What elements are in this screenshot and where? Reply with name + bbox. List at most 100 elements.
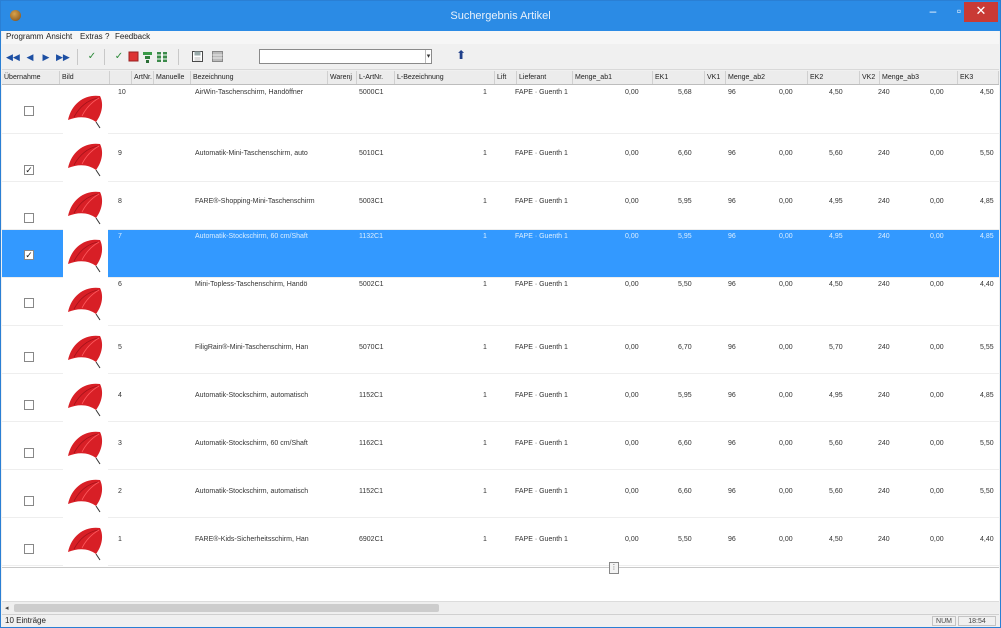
cell-menge-ab1: 0,00 (625, 440, 639, 447)
col-bild[interactable]: Bild (60, 71, 110, 84)
save-icon[interactable] (191, 51, 203, 63)
uebernahme-checkbox[interactable] (24, 352, 34, 362)
splitter-handle[interactable]: ⋮ (609, 562, 619, 574)
cell-bezeichnung: Automatik-Mini-Taschenschirm, auto (195, 150, 308, 157)
col-ek3[interactable]: EK3 (958, 71, 999, 84)
table-row[interactable]: 1 FARE®-Kids-Sicherheitsschirm, Han 6902C1… (2, 518, 999, 566)
umbrella-product-image (68, 191, 103, 225)
col-uebernahme[interactable]: Übernahme (2, 71, 60, 84)
uncheck-all-icon[interactable] (127, 51, 139, 63)
table-row[interactable]: 6 Mini-Topless-Taschenschirm, Handö 5002C1… (2, 278, 999, 326)
cell-lartnr: 5000C1 (359, 89, 384, 96)
col-ek2[interactable]: EK2 (808, 71, 860, 84)
col-ek1[interactable]: EK1 (653, 71, 705, 84)
umbrella-product-image (68, 383, 103, 417)
article-grid: Übernahme Bild ArtNr. Manuelle Bezeichnu… (2, 71, 999, 567)
col-vk1[interactable]: VK1 (705, 71, 726, 84)
cell-menge-ab1: 0,00 (625, 536, 639, 543)
col-blank[interactable] (110, 71, 132, 84)
col-menge-ab3[interactable]: Menge_ab3 (880, 71, 958, 84)
cell-lieferant: FAPE · Guenth 1 (515, 440, 568, 447)
uebernahme-checkbox[interactable] (24, 496, 34, 506)
minimize-button[interactable]: – (920, 2, 946, 22)
next-record-icon[interactable]: ▶ (40, 51, 52, 63)
cell-ek3: 4,85 (980, 392, 994, 399)
table-row[interactable]: 2 Automatik-Stockschirm, automatisch 1152C… (2, 470, 999, 518)
confirm-icon[interactable]: ✓ (86, 51, 98, 63)
cell-bezeichnung: Automatik-Stockschirm, 60 cm/Shaft (195, 233, 308, 240)
umbrella-product-image (68, 527, 103, 561)
menu-feedback[interactable]: Feedback (115, 32, 150, 41)
uebernahme-checkbox[interactable] (24, 213, 34, 223)
col-lbezeichnung[interactable]: L-Bezeichnung (395, 71, 495, 84)
cell-menge-ab3: 0,00 (930, 281, 944, 288)
col-lieferant[interactable]: Lieferant (517, 71, 573, 84)
cell-artnr: 1 (118, 536, 122, 543)
previous-record-icon[interactable]: ◀ (24, 51, 36, 63)
uebernahme-checkbox[interactable] (24, 448, 34, 458)
cell-ek3: 5,55 (980, 344, 994, 351)
uebernahme-checkbox[interactable] (24, 400, 34, 410)
menu-programm[interactable]: Programm (6, 32, 43, 41)
cell-lift: 1 (483, 233, 487, 240)
cell-lieferant: FAPE · Guenth 1 (515, 392, 568, 399)
menu-extras[interactable]: Extras (80, 32, 103, 41)
cell-vk2: 240 (878, 536, 890, 543)
up-arrow-icon[interactable]: ⬆ (456, 48, 466, 62)
cell-lift: 1 (483, 440, 487, 447)
search-input[interactable] (259, 49, 432, 64)
table-row[interactable]: 10 AirWin-Taschenschirm, Handöffner 5000C1… (2, 86, 999, 134)
cell-menge-ab1: 0,00 (625, 488, 639, 495)
search-dropdown-icon[interactable]: ▾ (425, 50, 431, 63)
col-lartnr[interactable]: L-ArtNr. (357, 71, 395, 84)
col-manuelle[interactable]: Manuelle (154, 71, 191, 84)
table-row[interactable]: ✓ 7 Automatik-Stockschirm, 60 cm/Shaft 1132… (2, 230, 999, 278)
cell-bezeichnung: Automatik-Stockschirm, 60 cm/Shaft (195, 440, 308, 447)
table-row[interactable]: 5 FiligRain®-Mini-Taschenschirm, Han 5070C… (2, 326, 999, 374)
last-record-icon[interactable]: ▶▶ (56, 51, 70, 63)
table-row[interactable]: 3 Automatik-Stockschirm, 60 cm/Shaft 1162C… (2, 422, 999, 470)
col-menge-ab2[interactable]: Menge_ab2 (726, 71, 808, 84)
table-row[interactable]: 4 Automatik-Stockschirm, automatisch 1152C… (2, 374, 999, 422)
cell-lieferant: FAPE · Guenth 1 (515, 198, 568, 205)
uebernahme-checkbox[interactable] (24, 544, 34, 554)
cell-vk2: 240 (878, 89, 890, 96)
cell-lartnr: 1162C1 (359, 440, 384, 447)
scroll-left-icon[interactable]: ◂ (5, 604, 9, 612)
cell-artnr: 3 (118, 440, 122, 447)
title-bar[interactable]: Suchergebnis Artikel – ▫ ✕ (1, 1, 1000, 31)
horizontal-scrollbar[interactable]: ◂ (2, 601, 999, 613)
first-record-icon[interactable]: ◀◀ (6, 51, 20, 63)
cell-lift: 1 (483, 488, 487, 495)
cell-vk2: 240 (878, 281, 890, 288)
col-artnr[interactable]: ArtNr. (132, 71, 154, 84)
cell-bezeichnung: Mini-Topless-Taschenschirm, Handö (195, 281, 308, 288)
table-row[interactable]: 8 FARE®-Shopping-Mini-Taschenschirm 5003C1… (2, 182, 999, 230)
grid-icon[interactable] (211, 51, 223, 63)
umbrella-product-image (68, 479, 103, 513)
uebernahme-checkbox[interactable]: ✓ (24, 165, 34, 175)
table-row[interactable]: ✓ 9 Automatik-Mini-Taschenschirm, auto 5010… (2, 134, 999, 182)
col-warenj[interactable]: Warenj (328, 71, 357, 84)
cell-menge-ab1: 0,00 (625, 344, 639, 351)
cell-ek1: 5,95 (678, 198, 692, 205)
cell-lartnr: 1132C1 (359, 233, 384, 240)
scroll-thumb[interactable] (14, 604, 439, 612)
close-button[interactable]: ✕ (964, 2, 998, 22)
check-all-icon[interactable]: ✓ (113, 51, 125, 63)
col-vk2[interactable]: VK2 (860, 71, 880, 84)
uebernahme-checkbox[interactable] (24, 298, 34, 308)
col-bezeichnung[interactable]: Bezeichnung (191, 71, 328, 84)
cell-vk1: 96 (728, 536, 736, 543)
cell-vk2: 240 (878, 440, 890, 447)
uebernahme-checkbox[interactable] (24, 106, 34, 116)
menu-ansicht[interactable]: Ansicht (46, 32, 72, 41)
col-menge-ab1[interactable]: Menge_ab1 (573, 71, 653, 84)
cell-menge-ab2: 0,00 (779, 392, 793, 399)
filter-icon[interactable] (141, 51, 153, 63)
col-lift[interactable]: Lift (495, 71, 517, 84)
uebernahme-checkbox[interactable]: ✓ (24, 250, 34, 260)
columns-icon[interactable] (156, 51, 168, 63)
cell-ek1: 5,95 (678, 233, 692, 240)
menu-help[interactable]: ? (105, 32, 109, 41)
